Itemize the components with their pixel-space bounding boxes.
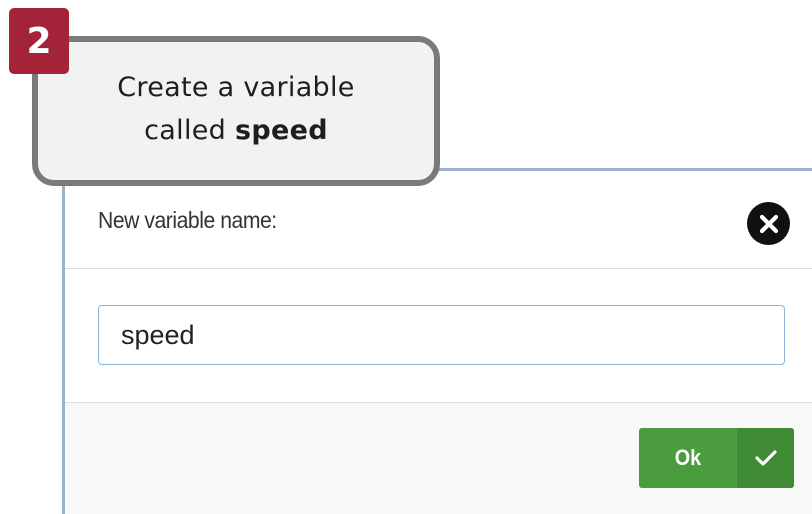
callout-line-2: called speed bbox=[144, 109, 328, 152]
ok-button-label: Ok bbox=[674, 445, 702, 470]
dialog-footer: Ok bbox=[65, 403, 812, 513]
step-number-badge: 2 bbox=[9, 8, 69, 74]
tutorial-callout: Create a variable called speed bbox=[32, 36, 440, 186]
ok-check-area bbox=[737, 428, 794, 488]
dialog-title: New variable name: bbox=[98, 207, 277, 233]
variable-name-input[interactable] bbox=[98, 305, 785, 365]
callout-prefix: called bbox=[144, 115, 235, 146]
close-circle-icon bbox=[759, 214, 778, 233]
callout-emphasis: speed bbox=[234, 115, 328, 146]
callout-line-1: Create a variable bbox=[117, 72, 355, 103]
ok-button[interactable]: Ok bbox=[639, 428, 794, 488]
checkmark-icon bbox=[754, 450, 777, 466]
new-variable-dialog: New variable name: Ok bbox=[62, 168, 812, 514]
close-button[interactable] bbox=[747, 202, 790, 245]
dialog-body bbox=[65, 269, 812, 403]
